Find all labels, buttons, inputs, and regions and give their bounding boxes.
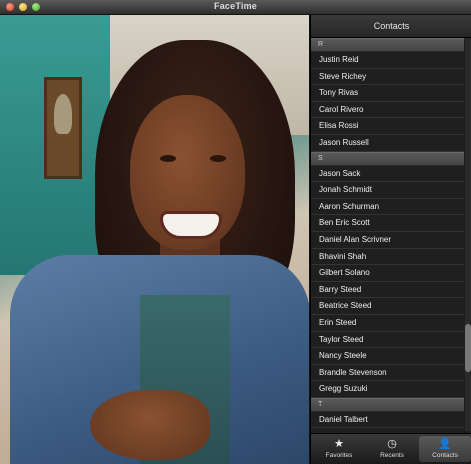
contact-row[interactable]: Taylor Steed	[311, 332, 464, 349]
tab-contacts-label: Contacts	[432, 452, 458, 459]
tab-favorites-label: Favorites	[325, 452, 353, 459]
tab-contacts[interactable]: 👤 Contacts	[419, 436, 471, 462]
contact-row[interactable]: Jason Russell	[311, 135, 464, 152]
section-header-t: T	[311, 397, 464, 412]
section-header-s: S	[311, 151, 464, 166]
person-eye-left	[160, 155, 176, 162]
star-icon: ★	[334, 438, 344, 450]
window-title: FaceTime	[214, 1, 257, 11]
video-preview	[0, 15, 309, 464]
contact-row[interactable]: Grace Taylor	[311, 428, 464, 431]
contact-row[interactable]: Brandle Stevenson	[311, 365, 464, 382]
contacts-panel: Contacts R Justin Reid Steve Richey Tony Ri…	[310, 15, 471, 464]
contact-row[interactable]: Aaron Schurman	[311, 199, 464, 216]
person-smile	[160, 211, 222, 239]
contact-row[interactable]: Bhavini Shah	[311, 249, 464, 266]
person-eye-right	[210, 155, 226, 162]
contact-row[interactable]: Daniel Alan Scrivner	[311, 232, 464, 249]
contacts-scrollbar[interactable]	[465, 38, 471, 431]
section-header-r: R	[311, 38, 464, 52]
facetime-window: FaceTime Contacts R Justin Reid Steve Rich…	[0, 0, 471, 464]
tab-favorites[interactable]: ★ Favorites	[313, 436, 365, 462]
contact-row[interactable]: Tony Rivas	[311, 85, 464, 102]
contact-row[interactable]: Carol Rivero	[311, 102, 464, 119]
contacts-list[interactable]: R Justin Reid Steve Richey Tony Rivas Carol …	[311, 38, 464, 431]
person-hand	[90, 390, 210, 460]
person-icon: 👤	[438, 438, 452, 450]
contact-row[interactable]: Beatrice Steed	[311, 298, 464, 315]
contact-row[interactable]: Elisa Rossi	[311, 118, 464, 135]
tab-recents[interactable]: ◷ Recents	[366, 436, 418, 462]
contact-row[interactable]: Erin Steed	[311, 315, 464, 332]
title-bar: FaceTime	[0, 0, 471, 15]
video-background-picture-frame	[44, 77, 82, 179]
contact-row[interactable]: Gilbert Solano	[311, 265, 464, 282]
contact-row[interactable]: Steve Richey	[311, 69, 464, 86]
contact-row[interactable]: Daniel Talbert	[311, 412, 464, 429]
tab-recents-label: Recents	[380, 452, 404, 459]
contact-row[interactable]: Gregg Suzuki	[311, 381, 464, 398]
contact-row[interactable]: Jason Sack	[311, 166, 464, 183]
contacts-header: Contacts	[311, 15, 471, 38]
contact-row[interactable]: Justin Reid	[311, 52, 464, 69]
contacts-scroll-thumb[interactable]	[465, 324, 471, 372]
contact-row[interactable]: Barry Steed	[311, 282, 464, 299]
clock-icon: ◷	[387, 438, 397, 450]
tab-bar: ★ Favorites ◷ Recents 👤 Contacts	[311, 433, 471, 464]
contact-row[interactable]: Ben Eric Scott	[311, 215, 464, 232]
contact-row[interactable]: Jonah Schmidt	[311, 182, 464, 199]
contact-row[interactable]: Nancy Steele	[311, 348, 464, 365]
